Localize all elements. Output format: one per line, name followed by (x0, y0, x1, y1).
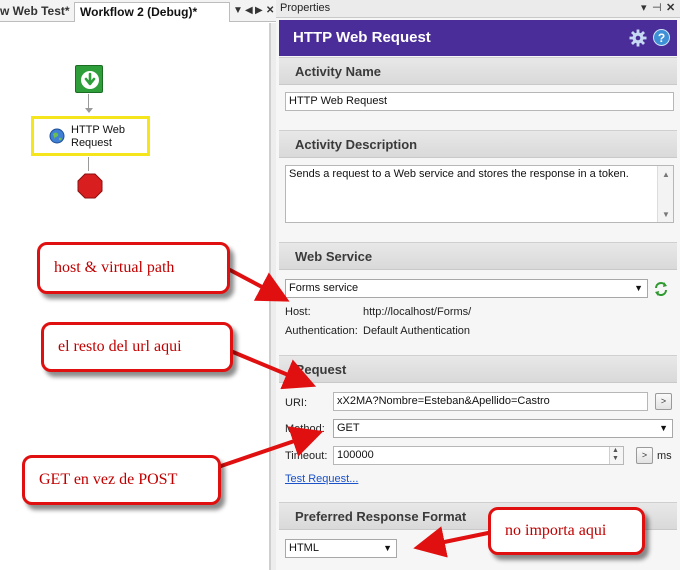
connector-line-2 (88, 157, 89, 171)
connector-arrow (85, 108, 93, 113)
authentication-value: Default Authentication (363, 325, 471, 337)
spin-up-icon[interactable]: ▲ (612, 447, 619, 454)
tab-scroll-left-icon[interactable]: ◀ (245, 4, 253, 18)
section-response-format-heading: Preferred Response Format (295, 509, 467, 524)
uri-input[interactable]: xX2MA?Nombre=Esteban&Apellido=Castro (333, 392, 648, 411)
http-web-request-activity[interactable]: HTTP Web Request (31, 116, 150, 156)
callout-format: no importa aqui (488, 507, 645, 555)
method-selected: GET (337, 422, 360, 434)
host-value: http://localhost/Forms/ (363, 306, 472, 318)
activity-description-textarea[interactable]: Sends a request to a Web service and sto… (285, 165, 674, 223)
response-format-selected: HTML (289, 542, 319, 554)
section-request: Request (279, 355, 677, 383)
description-scrollbar[interactable]: ▲ ▼ (657, 166, 673, 222)
timeout-input[interactable]: 100000 (333, 446, 624, 465)
spin-down-icon[interactable]: ▼ (612, 455, 619, 462)
uri-label: URI: (285, 397, 307, 409)
web-service-selected: Forms service (289, 282, 359, 294)
callout-url: el resto del url aqui (41, 322, 233, 372)
uri-expression-button[interactable]: > (655, 393, 672, 410)
properties-panel-title: Properties (280, 2, 331, 14)
section-activity-description: Activity Description (279, 130, 677, 158)
callout-host-text: host & virtual path (54, 259, 175, 276)
activity-header-title: HTTP Web Request (293, 29, 431, 46)
tab-close-icon[interactable]: ✕ (266, 4, 274, 18)
stop-node-icon[interactable] (77, 173, 103, 199)
test-request-link[interactable]: Test Request... (285, 473, 358, 485)
panel-close-icon[interactable]: ✕ (666, 1, 675, 14)
activity-label: HTTP Web Request (71, 124, 125, 149)
authentication-label: Authentication: (285, 325, 358, 337)
method-label: Method: (285, 423, 325, 435)
web-service-select[interactable]: Forms service ▼ (285, 279, 648, 298)
panel-menu-icon[interactable]: ▾ (641, 1, 647, 14)
method-select[interactable]: GET ▼ (333, 419, 673, 438)
chevron-down-icon: ▼ (634, 283, 643, 293)
activity-header: HTTP Web Request ? (279, 20, 677, 56)
activity-name-input[interactable]: HTTP Web Request (285, 92, 674, 111)
section-request-heading: Request (295, 362, 347, 377)
callout-method: GET en vez de POST (22, 455, 221, 505)
section-web-service-heading: Web Service (295, 249, 373, 264)
tab-scroll-right-icon[interactable]: ▶ (255, 4, 263, 18)
start-node-icon[interactable] (75, 65, 103, 93)
response-format-select[interactable]: HTML ▼ (285, 539, 397, 558)
tab-dropdown-icon[interactable]: ▼ (233, 4, 243, 18)
chevron-down-icon: ▼ (383, 543, 392, 553)
section-activity-name: Activity Name (279, 57, 677, 85)
help-icon[interactable]: ? (653, 29, 670, 46)
document-tab-strip: w Web Test* Workflow 2 (Debug)* ▼ ◀ ▶ ✕ (0, 0, 276, 22)
callout-url-text: el resto del url aqui (58, 338, 182, 355)
globe-icon (49, 128, 65, 144)
callout-format-text: no importa aqui (505, 522, 607, 539)
tab-web-test-label: w Web Test* (0, 4, 70, 18)
scroll-down-icon[interactable]: ▼ (662, 210, 670, 219)
host-label: Host: (285, 306, 311, 318)
section-activity-name-heading: Activity Name (295, 64, 381, 79)
timeout-expression-button[interactable]: > (636, 447, 653, 464)
timeout-spinner[interactable]: ▲ ▼ (609, 447, 623, 464)
timeout-unit: ms (657, 450, 672, 462)
refresh-icon[interactable] (653, 281, 669, 297)
tab-web-test[interactable]: w Web Test* (0, 2, 72, 22)
callout-method-text: GET en vez de POST (39, 471, 178, 488)
properties-titlebar: Properties ▾ ⊣ ✕ (276, 0, 680, 18)
callout-host: host & virtual path (37, 242, 230, 294)
tab-workflow-2[interactable]: Workflow 2 (Debug)* (74, 2, 230, 22)
properties-panel: Properties ▾ ⊣ ✕ HTTP Web Request ? Acti… (276, 0, 680, 570)
scroll-up-icon[interactable]: ▲ (662, 170, 670, 179)
activity-description-text: Sends a request to a Web service and sto… (289, 168, 629, 180)
chevron-down-icon: ▼ (659, 423, 668, 433)
section-web-service: Web Service (279, 242, 677, 270)
gear-icon[interactable] (629, 29, 647, 47)
section-activity-description-heading: Activity Description (295, 137, 418, 152)
timeout-label: Timeout: (285, 450, 328, 462)
pin-icon[interactable]: ⊣ (652, 1, 662, 14)
